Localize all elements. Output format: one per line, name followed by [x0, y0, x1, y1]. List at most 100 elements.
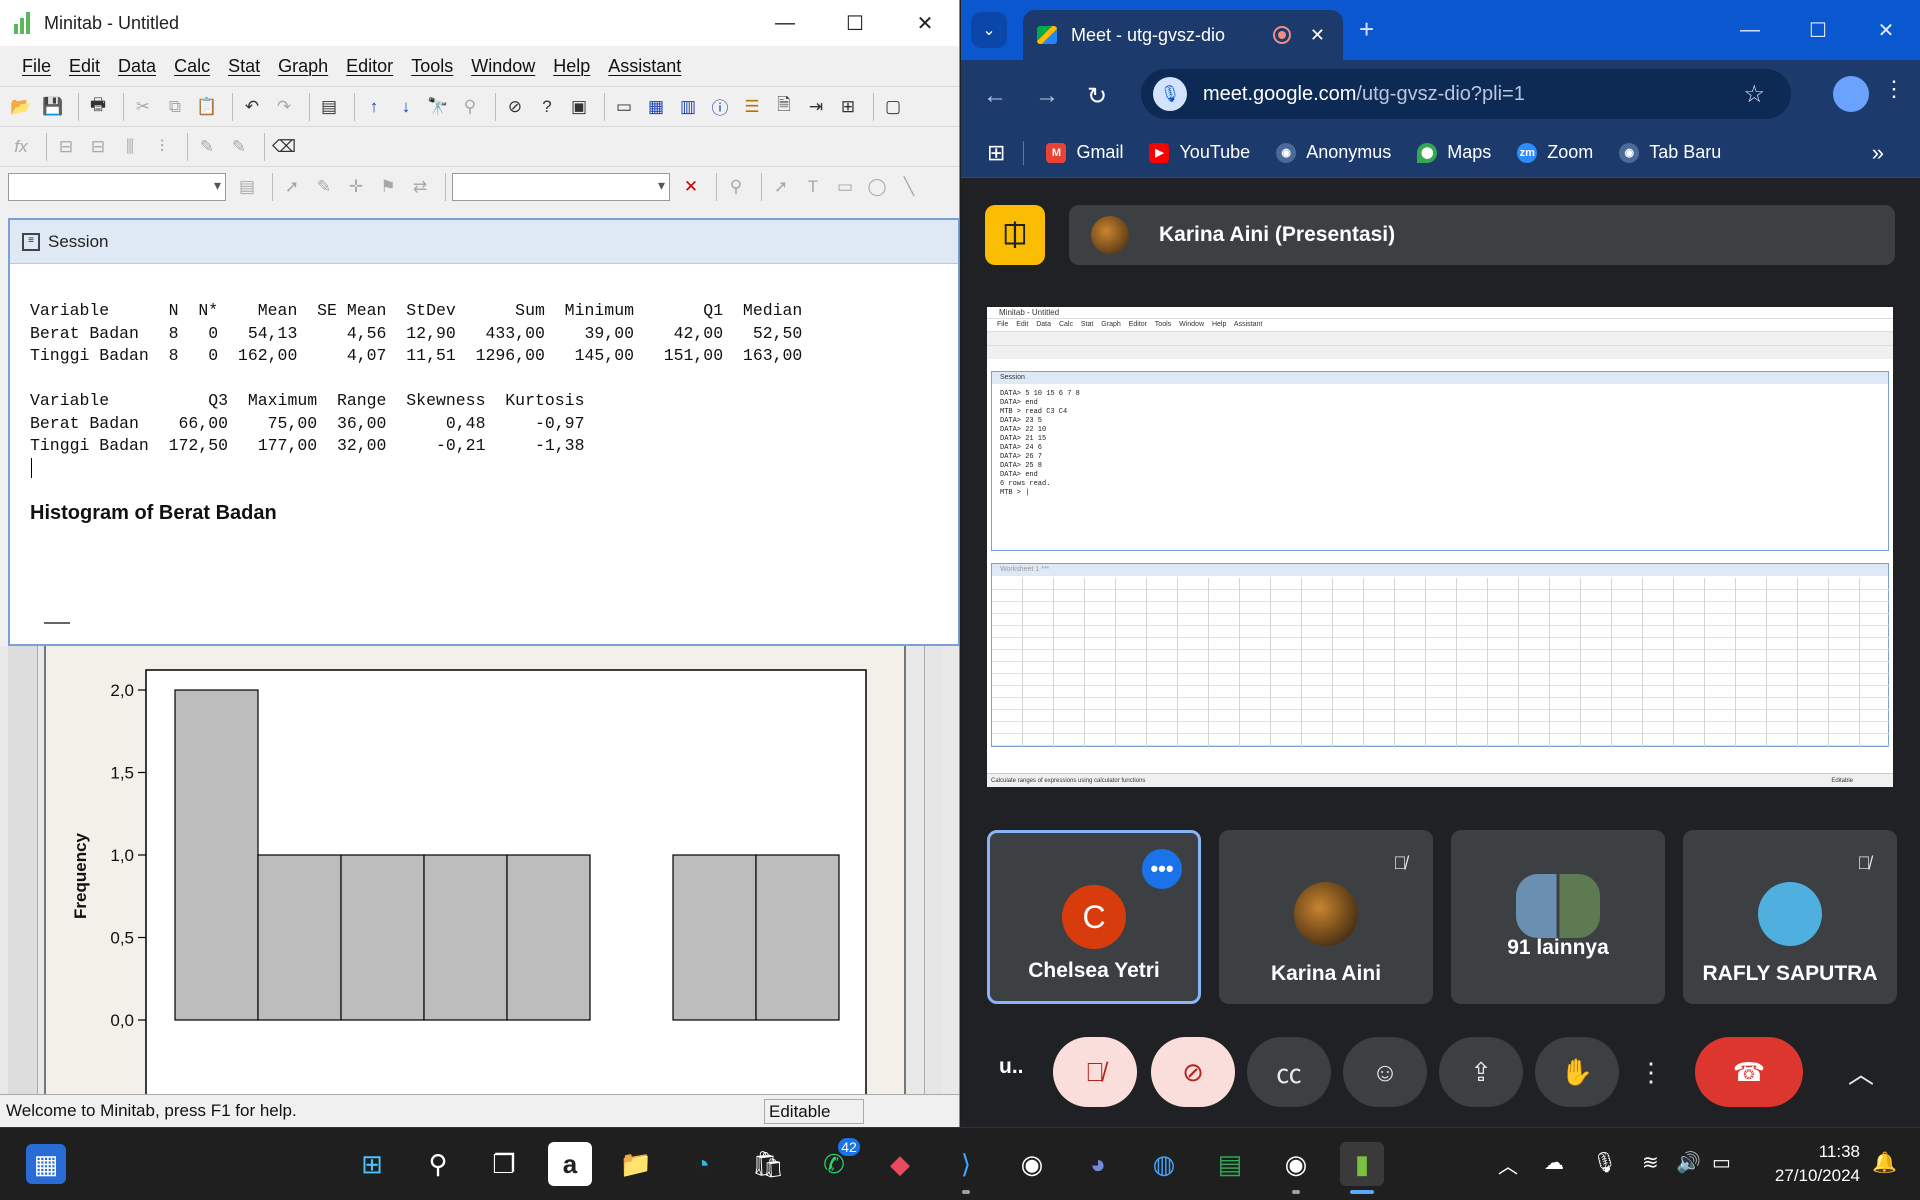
- worksheet-icon[interactable]: ▦: [643, 94, 669, 120]
- captions-button[interactable]: ㏄: [1247, 1037, 1331, 1107]
- minitab-taskbar-icon[interactable]: ▮: [1340, 1142, 1384, 1194]
- delete-icon[interactable]: ✕: [678, 174, 704, 200]
- tab-meet[interactable]: Meet - utg-gvsz-dio ✕: [1023, 10, 1343, 60]
- bookmark-youtube[interactable]: ▶ YouTube: [1149, 142, 1250, 163]
- help-icon[interactable]: ?: [534, 94, 560, 120]
- whatsapp-icon[interactable]: ✆ 42: [812, 1136, 862, 1186]
- cancel-icon[interactable]: ⊘: [502, 94, 528, 120]
- onedrive-icon[interactable]: ☁: [1544, 1150, 1564, 1175]
- reactions-button[interactable]: ☺: [1343, 1037, 1427, 1107]
- eraser-icon[interactable]: ⌫: [271, 134, 297, 160]
- stat-guide-icon[interactable]: ▣: [566, 94, 592, 120]
- replace-icon[interactable]: ⚲: [457, 94, 483, 120]
- vscode-icon[interactable]: ⟩: [944, 1142, 988, 1194]
- menu-editor[interactable]: Editor: [346, 56, 393, 77]
- participant-tile[interactable]: C ••• Chelsea Yetri: [987, 830, 1201, 1004]
- line-icon[interactable]: ╲: [896, 174, 922, 200]
- insert-cells-icon[interactable]: ⊟: [53, 134, 79, 160]
- chrome-minimize-button[interactable]: —: [1716, 0, 1784, 60]
- bookmark-gmail[interactable]: M Gmail: [1046, 142, 1123, 163]
- tab-search-button[interactable]: ⌄: [971, 12, 1007, 48]
- git-icon[interactable]: ◆: [878, 1142, 922, 1186]
- save-icon[interactable]: 💾: [40, 94, 66, 120]
- arrow-up-icon[interactable]: ↑: [361, 94, 387, 120]
- related-docs-icon[interactable]: ⇥: [803, 94, 829, 120]
- find-icon[interactable]: 🔭: [425, 94, 451, 120]
- bookmark-anonymus[interactable]: ◉ Anonymus: [1276, 142, 1391, 163]
- volume-icon[interactable]: 🔊: [1676, 1150, 1701, 1175]
- back-icon[interactable]: ←: [983, 82, 1007, 110]
- menu-graph[interactable]: Graph: [278, 56, 328, 77]
- notifications-icon[interactable]: 🔔: [1872, 1150, 1897, 1175]
- apps-grid-icon[interactable]: ⊞: [987, 140, 1005, 166]
- leave-call-button[interactable]: ☎: [1695, 1037, 1803, 1107]
- chrome-profile-icon[interactable]: ◉: [1274, 1142, 1318, 1194]
- menu-tools[interactable]: Tools: [411, 56, 453, 77]
- participant-tile[interactable]: 🎙̸ Karina Aini: [1219, 830, 1433, 1004]
- info-icon[interactable]: ⓘ: [707, 94, 733, 120]
- bookmark-star-icon[interactable]: ☆: [1743, 80, 1765, 109]
- chrome-close-button[interactable]: ✕: [1852, 0, 1920, 60]
- chrome-menu-icon[interactable]: ⋮: [1883, 76, 1905, 102]
- tray-overflow-icon[interactable]: ︿: [1498, 1150, 1518, 1179]
- graph-item-combo[interactable]: [8, 172, 226, 201]
- site-mic-icon[interactable]: 🎙: [1153, 77, 1187, 111]
- widgets-icon[interactable]: ▦: [26, 1144, 66, 1184]
- edge-icon[interactable]: ◔: [680, 1142, 724, 1186]
- mic-toggle-button[interactable]: 🎙̸: [1053, 1037, 1137, 1107]
- brush-icon[interactable]: ✎: [194, 134, 220, 160]
- store-icon[interactable]: 🛍: [746, 1142, 790, 1186]
- zoom-icon[interactable]: ⚲: [723, 174, 749, 200]
- swap-icon[interactable]: ⇄: [407, 174, 433, 200]
- close-tab-icon[interactable]: ✕: [1310, 25, 1325, 46]
- history-icon[interactable]: ☰: [739, 94, 765, 120]
- address-bar[interactable]: 🎙 meet.google.com/utg-gvsz-dio?pli=1 ☆: [1141, 69, 1791, 119]
- select-icon[interactable]: ➚: [279, 174, 305, 200]
- more-options-icon[interactable]: •••: [1142, 849, 1182, 889]
- new-tab-button[interactable]: +: [1359, 14, 1374, 45]
- pointer-icon[interactable]: ➚: [768, 174, 794, 200]
- expand-chevron-icon[interactable]: ︿: [1841, 1037, 1881, 1107]
- bookmark-maps[interactable]: ⬤ Maps: [1417, 142, 1491, 163]
- participant-tile[interactable]: 91 lainnya: [1451, 830, 1665, 1004]
- session-output[interactable]: Variable N N* Mean SE Mean StDev Sum Min…: [30, 300, 802, 458]
- graph-scrollbar[interactable]: [924, 646, 942, 1094]
- sheets-icon[interactable]: ▤: [1208, 1142, 1252, 1186]
- arrow-down-icon[interactable]: ↓: [393, 94, 419, 120]
- edit-last-dialog-icon[interactable]: ▤: [316, 94, 342, 120]
- report-pad-icon[interactable]: 🗎: [771, 94, 797, 120]
- app-icon[interactable]: ◍: [1142, 1142, 1186, 1186]
- cut-icon[interactable]: ✂: [130, 94, 156, 120]
- brush2-icon[interactable]: ✎: [226, 134, 252, 160]
- chrome-icon[interactable]: ◉: [1010, 1142, 1054, 1186]
- start-icon[interactable]: ⊞: [350, 1142, 394, 1186]
- chrome-maximize-button[interactable]: ☐: [1784, 0, 1852, 60]
- session-splitter[interactable]: [44, 622, 70, 624]
- menu-edit[interactable]: Edit: [69, 56, 100, 77]
- ellipse-icon[interactable]: ◯: [864, 174, 890, 200]
- presentation-icon[interactable]: ⎅: [985, 205, 1045, 265]
- redo-icon[interactable]: ↷: [271, 94, 297, 120]
- flag-icon[interactable]: ⚑: [375, 174, 401, 200]
- amazon-icon[interactable]: a: [548, 1142, 592, 1186]
- menu-help[interactable]: Help: [553, 56, 590, 77]
- menu-calc[interactable]: Calc: [174, 56, 210, 77]
- close-button[interactable]: ✕: [890, 0, 959, 46]
- file-explorer-icon[interactable]: 📁: [614, 1142, 658, 1186]
- minimize-button[interactable]: —: [750, 0, 820, 46]
- rectangle-icon[interactable]: ▭: [832, 174, 858, 200]
- participant-tile[interactable]: 🎙̸ RAFLY SAPUTRA: [1683, 830, 1897, 1004]
- print-icon[interactable]: 🖶: [85, 94, 111, 120]
- annotation-combo[interactable]: [452, 172, 670, 201]
- profile-avatar[interactable]: [1833, 76, 1869, 112]
- edit-item-icon[interactable]: ▤: [234, 174, 260, 200]
- insert-columns-icon[interactable]: ⫼: [117, 134, 143, 160]
- task-view-icon[interactable]: ❐: [482, 1142, 526, 1186]
- menu-file[interactable]: File: [22, 56, 51, 77]
- bookmark-zoom[interactable]: zm Zoom: [1517, 142, 1593, 163]
- camera-toggle-button[interactable]: ⊘: [1151, 1037, 1235, 1107]
- undo-icon[interactable]: ↶: [239, 94, 265, 120]
- menu-stat[interactable]: Stat: [228, 56, 260, 77]
- forward-icon[interactable]: →: [1035, 82, 1059, 110]
- insert-rows-icon[interactable]: ⊟: [85, 134, 111, 160]
